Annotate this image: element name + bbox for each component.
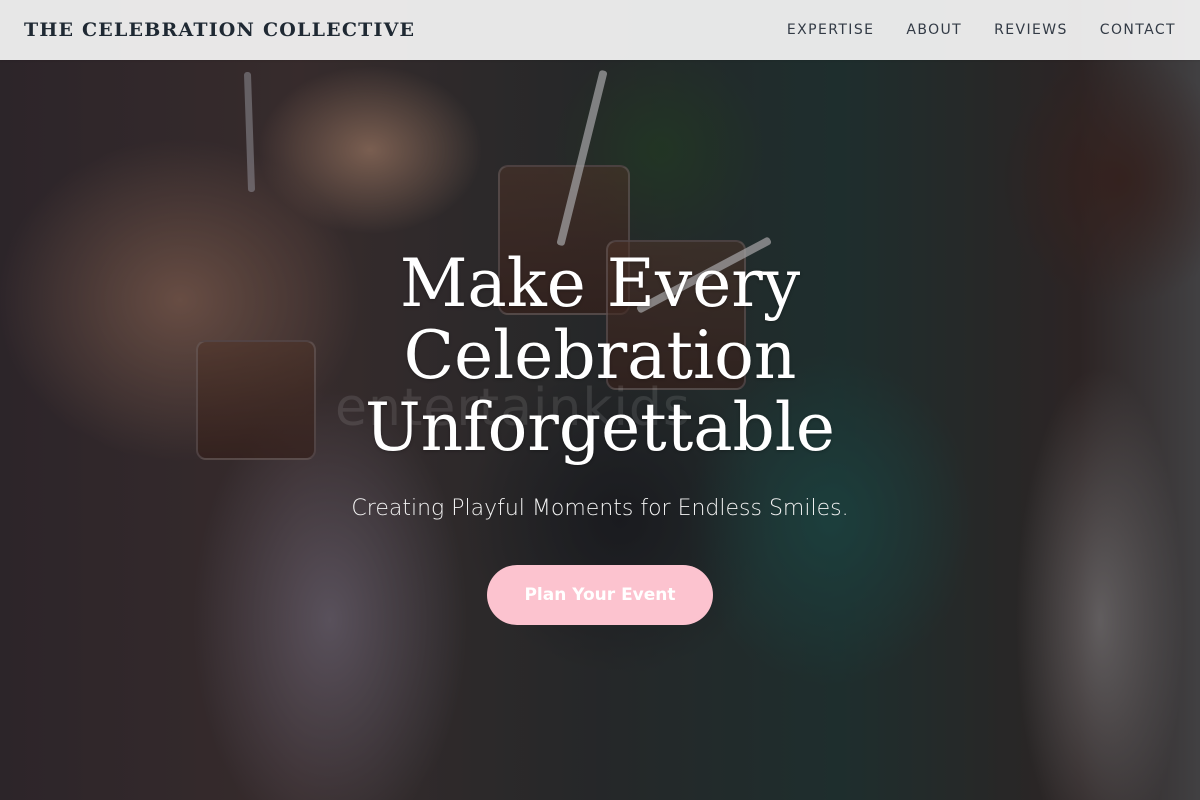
hero-title: Make Every Celebration Unforgettable: [365, 245, 835, 466]
nav-links: EXPERTISE ABOUT REVIEWS CONTACT: [787, 22, 1176, 38]
nav-link-contact[interactable]: CONTACT: [1100, 22, 1176, 38]
nav-link-expertise[interactable]: EXPERTISE: [787, 22, 874, 38]
top-navigation-bar: THE CELEBRATION COLLECTIVE EXPERTISE ABO…: [0, 0, 1200, 60]
nav-link-reviews[interactable]: REVIEWS: [994, 22, 1068, 38]
brand-logo-link[interactable]: THE CELEBRATION COLLECTIVE: [24, 19, 415, 41]
nav-link-about[interactable]: ABOUT: [906, 22, 962, 38]
plan-event-button[interactable]: Plan Your Event: [487, 565, 713, 625]
hero-subtitle: Creating Playful Moments for Endless Smi…: [351, 496, 849, 521]
hero-section: Make Every Celebration Unforgettable Cre…: [0, 248, 1200, 625]
landing-page: entertainkids THE CELEBRATION COLLECTIVE…: [0, 0, 1200, 800]
